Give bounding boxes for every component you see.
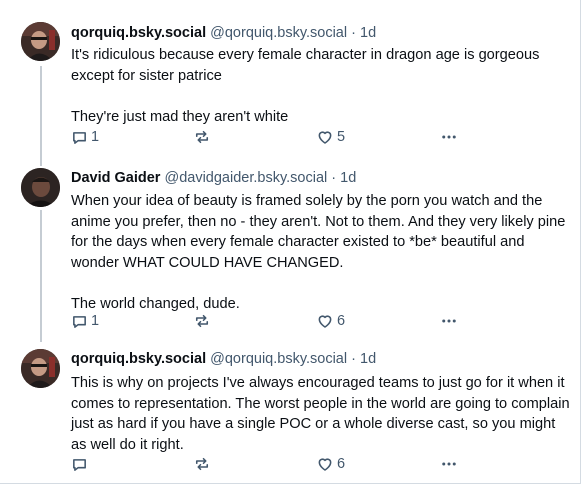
avatar[interactable] <box>21 349 60 388</box>
reply-bubble-icon <box>73 458 86 471</box>
post[interactable]: qorquiq.bsky.social @qorquiq.bsky.social… <box>0 0 580 484</box>
thread: qorquiq.bsky.social @qorquiq.bsky.social… <box>0 0 581 484</box>
author-display-name[interactable]: qorquiq.bsky.social <box>71 351 206 367</box>
avatar-image-icon <box>21 349 60 388</box>
author-handle[interactable]: @qorquiq.bsky.social <box>210 351 347 367</box>
post-text: This is why on projects I've always enco… <box>71 373 571 455</box>
post-time[interactable]: 1d <box>360 351 376 367</box>
post-header: qorquiq.bsky.social @qorquiq.bsky.social… <box>71 350 376 368</box>
more-dots-icon <box>442 462 456 466</box>
heart-icon <box>318 458 332 471</box>
post-actions: 6 <box>71 454 471 474</box>
like-button[interactable]: 6 <box>316 454 345 474</box>
repost-arrows-icon <box>195 457 209 471</box>
repost-button[interactable] <box>193 454 214 474</box>
post-paragraph: This is why on projects I've always enco… <box>71 375 570 453</box>
reply-button[interactable] <box>71 454 91 474</box>
like-count: 6 <box>337 456 346 472</box>
separator-dot: · <box>351 351 356 367</box>
more-options-button[interactable] <box>440 454 458 474</box>
